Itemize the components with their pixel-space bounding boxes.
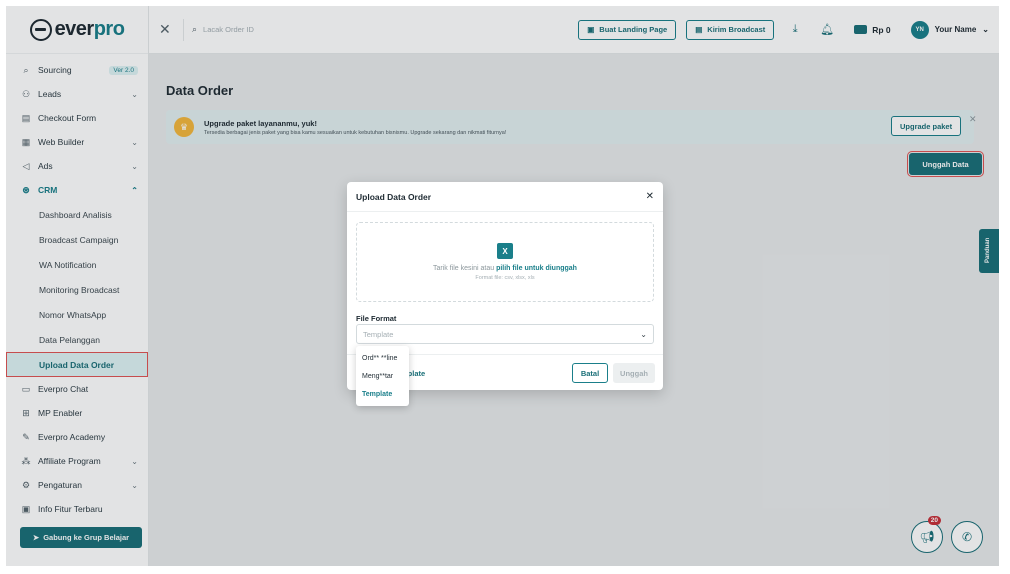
- modal-header: Upload Data Order ✕: [347, 182, 663, 212]
- excel-file-icon: X: [497, 243, 513, 259]
- submit-upload-button[interactable]: Unggah: [613, 363, 655, 383]
- cancel-button[interactable]: Batal: [572, 363, 608, 383]
- dropdown-option-selected[interactable]: Template: [356, 385, 409, 403]
- app-window: everpro ⌕ Sourcing Ver 2.0 ⚇ Leads ⌄ ▤ C…: [6, 6, 999, 566]
- choose-file-link[interactable]: pilih file untuk diunggah: [496, 265, 577, 272]
- dropdown-option[interactable]: Ord** **line: [356, 349, 409, 367]
- file-format-dropdown: Ord** **line Meng**tar Template: [356, 346, 409, 406]
- modal-title: Upload Data Order: [356, 191, 432, 202]
- close-icon[interactable]: ✕: [646, 191, 654, 202]
- file-format-select[interactable]: Template ⌄: [356, 324, 654, 344]
- file-format-placeholder: Template: [363, 329, 394, 339]
- file-format-hint: Format file: csv, xlsx, xls: [475, 275, 535, 281]
- file-dropzone[interactable]: X Tarik file kesini atau pilih file untu…: [356, 222, 654, 302]
- chevron-down-icon: ⌄: [640, 329, 647, 339]
- dropdown-option[interactable]: Meng**tar: [356, 367, 409, 385]
- dropzone-text: Tarik file kesini atau: [433, 265, 497, 272]
- file-format-label: File Format: [356, 314, 397, 323]
